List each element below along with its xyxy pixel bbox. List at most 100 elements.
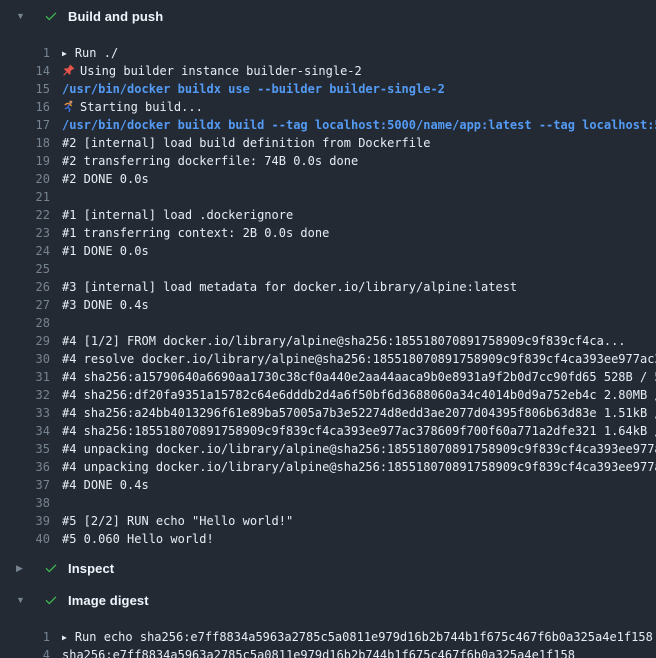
log-line-content: [62, 494, 656, 512]
log-line-content: #5 0.060 Hello world!: [62, 530, 656, 548]
line-number[interactable]: 18: [0, 134, 50, 152]
log-line: 29 #4 [1/2] FROM docker.io/library/alpine…: [0, 332, 656, 350]
line-number[interactable]: 38: [0, 494, 50, 512]
log-line-content: #3 [internal] load metadata for docker.i…: [62, 278, 656, 296]
line-number[interactable]: 22: [0, 206, 50, 224]
line-number[interactable]: 29: [0, 332, 50, 350]
log-line: 1 ▶ Run ./: [0, 44, 656, 62]
step-title: Build and push: [68, 9, 163, 24]
line-number[interactable]: 1: [0, 44, 50, 62]
line-number[interactable]: 14: [0, 62, 50, 80]
line-number[interactable]: 27: [0, 296, 50, 314]
chevron-down-icon: ▼: [16, 596, 44, 605]
log-line-content: #4 sha256:a24bb4013296f61e89ba57005a7b3e…: [62, 404, 656, 422]
log-line-content: #4 unpacking docker.io/library/alpine@sh…: [62, 440, 656, 458]
line-number[interactable]: 16: [0, 98, 50, 116]
log-line: 24 #1 DONE 0.0s: [0, 242, 656, 260]
log-line: 14 Using builder instance builder-single-…: [0, 62, 656, 80]
log-text: Run ./: [75, 46, 118, 60]
log-text: /usr/bin/docker buildx build --tag local…: [62, 118, 656, 132]
step-header-image-digest[interactable]: ▼ Image digest: [0, 584, 656, 616]
log-line: 23 #1 transferring context: 2B 0.0s done: [0, 224, 656, 242]
log-line: 28: [0, 314, 656, 332]
line-number[interactable]: 4: [0, 646, 50, 658]
log-line-content: #4 sha256:df20fa9351a15782c64e6dddb2d4a6…: [62, 386, 656, 404]
log-text: #4 [1/2] FROM docker.io/library/alpine@s…: [62, 334, 626, 348]
line-number[interactable]: 33: [0, 404, 50, 422]
step-header-build-and-push[interactable]: ▼ Build and push: [0, 0, 656, 32]
line-number[interactable]: 20: [0, 170, 50, 188]
line-number[interactable]: 17: [0, 116, 50, 134]
check-icon: [44, 593, 68, 607]
line-number[interactable]: 30: [0, 350, 50, 368]
log-line: 38: [0, 494, 656, 512]
line-number[interactable]: 15: [0, 80, 50, 98]
log-line: 18 #2 [internal] load build definition fr…: [0, 134, 656, 152]
log-line: 21: [0, 188, 656, 206]
step-header-inspect[interactable]: ▶Inspect: [0, 552, 656, 584]
log-text: #4 DONE 0.4s: [62, 478, 149, 492]
line-number[interactable]: 1: [0, 628, 50, 646]
play-icon[interactable]: ▶: [62, 45, 67, 62]
log-line-content: #2 DONE 0.0s: [62, 170, 656, 188]
line-number[interactable]: 32: [0, 386, 50, 404]
line-number[interactable]: 19: [0, 152, 50, 170]
line-number[interactable]: 34: [0, 422, 50, 440]
line-number[interactable]: 36: [0, 458, 50, 476]
log-line: 27 #3 DONE 0.4s: [0, 296, 656, 314]
line-number[interactable]: 24: [0, 242, 50, 260]
line-number[interactable]: 26: [0, 278, 50, 296]
log-text: #4 unpacking docker.io/library/alpine@sh…: [62, 442, 656, 456]
log-line-content: #3 DONE 0.4s: [62, 296, 656, 314]
log-text: #2 transferring dockerfile: 74B 0.0s don…: [62, 154, 358, 168]
chevron-down-icon: ▼: [16, 12, 44, 21]
step-log: 1 ▶ Run ./ 14 Using builder instance builder…: [0, 32, 656, 552]
line-number[interactable]: 35: [0, 440, 50, 458]
log-line-content: [62, 260, 656, 278]
log-line-content: #2 [internal] load build definition from…: [62, 134, 656, 152]
actions-log-viewer: ▼Build and push1▶Run ./14Using builder i…: [0, 0, 656, 658]
log-text: #1 [internal] load .dockerignore: [62, 208, 293, 222]
log-line-content: #4 resolve docker.io/library/alpine@sha2…: [62, 350, 656, 368]
line-number[interactable]: 25: [0, 260, 50, 278]
log-text: Run echo sha256:e7ff8834a5963a2785c5a081…: [75, 630, 653, 644]
log-line: 17/usr/bin/docker buildx build --tag loc…: [0, 116, 656, 134]
line-number[interactable]: 31: [0, 368, 50, 386]
line-number[interactable]: 21: [0, 188, 50, 206]
log-text: #4 sha256:a15790640a6690aa1730c38cf0a440…: [62, 370, 656, 384]
log-line-content: ▶ Run echo sha256:e7ff8834a5963a2785c5a08…: [62, 628, 656, 646]
log-line-content: #2 transferring dockerfile: 74B 0.0s don…: [62, 152, 656, 170]
log-line-content: #1 DONE 0.0s: [62, 242, 656, 260]
check-icon: [44, 561, 68, 575]
log-text: #1 transferring context: 2B 0.0s done: [62, 226, 329, 240]
log-line: 36 #4 unpacking docker.io/library/alpine@…: [0, 458, 656, 476]
step-title: Image digest: [68, 593, 149, 608]
line-number[interactable]: 40: [0, 530, 50, 548]
log-text: Starting build...: [80, 100, 203, 114]
log-line: 16 Starting build...: [0, 98, 656, 116]
log-line: 37 #4 DONE 0.4s: [0, 476, 656, 494]
log-line: 1 ▶ Run echo sha256:e7ff8834a5963a2785c5a0…: [0, 628, 656, 646]
log-text: /usr/bin/docker buildx use --builder bui…: [62, 82, 445, 96]
log-line-content: #4 unpacking docker.io/library/alpine@sh…: [62, 458, 656, 476]
log-line: 40 #5 0.060 Hello world!: [0, 530, 656, 548]
step-log: 1 ▶ Run echo sha256:e7ff8834a5963a2785c5a0…: [0, 616, 656, 658]
log-line-content: /usr/bin/docker buildx build --tag local…: [62, 116, 656, 134]
line-number[interactable]: 28: [0, 314, 50, 332]
line-number[interactable]: 37: [0, 476, 50, 494]
log-text: #5 [2/2] RUN echo "Hello world!": [62, 514, 293, 528]
log-line-content: #1 [internal] load .dockerignore: [62, 206, 656, 224]
line-number[interactable]: 23: [0, 224, 50, 242]
log-line-content: #4 sha256:185518070891758909c9f839cf4ca3…: [62, 422, 656, 440]
runner-icon: [62, 98, 75, 116]
line-number[interactable]: 39: [0, 512, 50, 530]
log-line: 19 #2 transferring dockerfile: 74B 0.0s d…: [0, 152, 656, 170]
log-line-content: Using builder instance builder-single-2: [62, 62, 656, 80]
log-line-content: [62, 314, 656, 332]
log-text: sha256:e7ff8834a5963a2785c5a0811e979d16b…: [62, 648, 575, 658]
log-text: #2 DONE 0.0s: [62, 172, 149, 186]
check-icon: [44, 9, 68, 23]
log-line-content: ▶ Run ./: [62, 44, 656, 62]
log-line: 35 #4 unpacking docker.io/library/alpine@…: [0, 440, 656, 458]
play-icon[interactable]: ▶: [62, 629, 67, 646]
